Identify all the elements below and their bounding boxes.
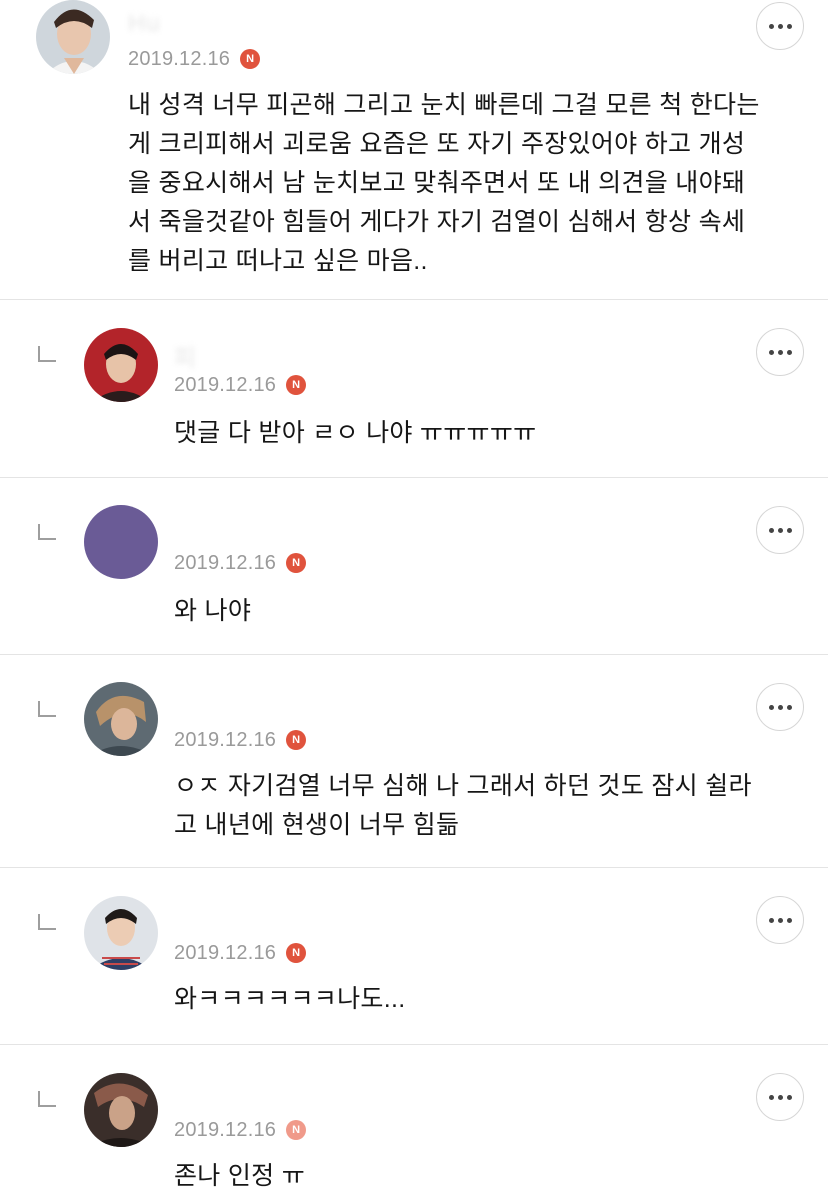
comment-text: 와 나야 [174,597,252,625]
reply: 2019.12.16 N 와 나야 [0,478,828,655]
comment-date: 2019.12.16 [174,728,277,751]
comment-date: 2019.12.16 [174,1118,277,1141]
author-name: Hu [128,10,161,37]
reply-indent-icon [38,914,56,930]
comment: Hu 2019.12.16 N 내 성격 너무 피곤해 그리고 눈치 빠른데 그… [0,0,828,300]
more-options-button[interactable] [756,506,804,554]
n-badge-icon: N [286,553,307,573]
comment-text: 존나 인정 ㅠ [174,1162,305,1190]
comment-meta: 2019.12.16 N [174,550,307,576]
comment-text: 내 성격 너무 피곤해 그리고 눈치 빠른데 그걸 모른 척 한다는 게 크리피… [128,91,760,275]
reply: 2019.12.16 N 존나 인정 ㅠ [0,1045,828,1202]
n-badge-icon: N [286,943,307,963]
comment-meta: 2019.12.16 N [174,727,307,753]
n-badge-icon: N [240,49,261,69]
reply-indent-icon [38,524,56,540]
reply: 2019.12.16 N ㅇㅈ 자기검열 너무 심해 나 그래서 하던 것도 잠… [0,655,828,868]
more-options-button[interactable] [756,2,804,50]
avatar[interactable] [84,896,158,970]
comment-meta: 2019.12.16 N [174,372,307,398]
comment-date: 2019.12.16 [174,373,277,396]
reply: 피 2019.12.16 N 댓글 다 받아 ㄹㅇ 나야 ㅠㅠㅠㅠㅠ [0,300,828,477]
reply-indent-icon [38,701,56,717]
comment-text: 와ㅋㅋㅋㅋㅋㅋ나도... [174,985,406,1013]
comment-meta: 2019.12.16 N [174,940,307,966]
reply: 2019.12.16 N 와ㅋㅋㅋㅋㅋㅋ나도... [0,868,828,1045]
comment-meta: 2019.12.16 N [128,46,261,72]
n-badge-icon: N [286,1120,307,1140]
comment-text: ㅇㅈ 자기검열 너무 심해 나 그래서 하던 것도 잠시 쉴라 고 내년에 현생… [174,772,752,839]
avatar[interactable] [84,682,158,756]
comment-meta: 2019.12.16 N [174,1117,307,1143]
avatar[interactable] [36,0,110,74]
comment-text: 댓글 다 받아 ㄹㅇ 나야 ㅠㅠㅠㅠㅠ [174,419,537,447]
n-badge-icon: N [286,730,307,750]
avatar[interactable] [84,1073,158,1147]
comment-date: 2019.12.16 [174,551,277,574]
reply-indent-icon [38,346,56,362]
more-options-button[interactable] [756,328,804,376]
comment-date: 2019.12.16 [174,941,277,964]
n-badge-icon: N [286,375,307,395]
more-options-button[interactable] [756,1073,804,1121]
reply-indent-icon [38,1091,56,1107]
author-name: 피 [174,345,198,372]
comment-date: 2019.12.16 [128,47,231,70]
more-options-button[interactable] [756,896,804,944]
avatar[interactable] [84,505,158,579]
comment-thread: Hu 2019.12.16 N 내 성격 너무 피곤해 그리고 눈치 빠른데 그… [0,0,828,1202]
more-options-button[interactable] [756,683,804,731]
avatar[interactable] [84,328,158,402]
